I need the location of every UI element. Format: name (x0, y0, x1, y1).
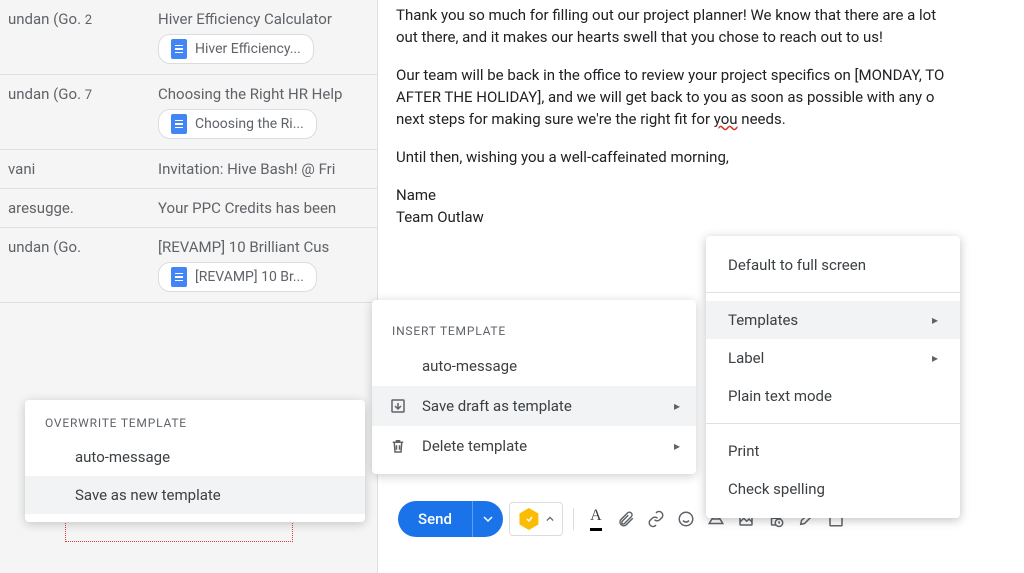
email-row[interactable]: undan (Go. [REVAMP] 10 Brilliant Cus [RE… (0, 228, 377, 303)
chevron-right-icon: ▸ (932, 351, 938, 365)
sender: undan (Go. (8, 238, 158, 256)
emoji-icon[interactable] (674, 507, 698, 531)
divider (706, 292, 960, 293)
default-full-screen[interactable]: Default to full screen (706, 246, 960, 284)
google-doc-icon (171, 39, 187, 59)
paragraph: Until then, wishing you a well-caffeinat… (396, 146, 1018, 168)
google-doc-icon (171, 114, 187, 134)
chevron-up-icon (546, 515, 554, 523)
templates-submenu: INSERT TEMPLATE auto-message Save draft … (372, 300, 696, 474)
email-subject: [REVAMP] 10 Brilliant Cus (158, 238, 369, 256)
spacer (388, 356, 408, 376)
chevron-right-icon: ▸ (674, 439, 680, 453)
signature: Name Team Outlaw (396, 184, 1018, 228)
attach-file-icon[interactable] (614, 507, 638, 531)
sender: undan (Go. 7 (8, 85, 158, 103)
overwrite-template-submenu: OVERWRITE TEMPLATE auto-message Save as … (25, 400, 365, 522)
email-subject: Your PPC Credits has been (158, 199, 369, 217)
compose-body[interactable]: Thank you so much for filling out our pr… (390, 0, 1024, 248)
email-row[interactable]: undan (Go. 2 Hiver Efficiency Calculator… (0, 0, 377, 75)
save-draft-as-template[interactable]: Save draft as template ▸ (372, 386, 696, 426)
email-row[interactable]: aresugge. Your PPC Credits has been (0, 189, 377, 228)
format-text-icon[interactable]: A (584, 507, 608, 531)
doc-attachment-chip[interactable]: Choosing the Ri... (158, 109, 317, 139)
email-subject: Hiver Efficiency Calculator (158, 10, 369, 28)
submenu-header: OVERWRITE TEMPLATE (25, 400, 365, 438)
doc-attachment-chip[interactable]: [REVAMP] 10 Br... (158, 262, 317, 292)
save-icon (388, 396, 408, 416)
chevron-right-icon: ▸ (932, 313, 938, 327)
hiver-button[interactable] (509, 502, 563, 536)
sender: aresugge. (8, 199, 158, 217)
label-menu-item[interactable]: Label ▸ (706, 339, 960, 377)
delete-template[interactable]: Delete template ▸ (372, 426, 696, 466)
template-item-auto-message[interactable]: auto-message (25, 438, 365, 476)
paragraph: Our team will be back in the office to r… (396, 64, 1018, 130)
template-item-auto-message[interactable]: auto-message (372, 346, 696, 386)
templates-menu-item[interactable]: Templates ▸ (706, 301, 960, 339)
insert-link-icon[interactable] (644, 507, 668, 531)
sender: vani (8, 160, 158, 178)
email-subject: Choosing the Right HR Help (158, 85, 369, 103)
submenu-header: INSERT TEMPLATE (372, 308, 696, 346)
doc-attachment-chip[interactable]: Hiver Efficiency... (158, 34, 314, 64)
more-options-menu: Default to full screen Templates ▸ Label… (706, 236, 960, 518)
plain-text-mode[interactable]: Plain text mode (706, 377, 960, 415)
divider (573, 508, 574, 530)
print-menu-item[interactable]: Print (706, 432, 960, 470)
sender: undan (Go. 2 (8, 10, 158, 28)
google-doc-icon (171, 267, 187, 287)
save-as-new-template[interactable]: Save as new template (25, 476, 365, 514)
divider (706, 423, 960, 424)
email-subject: Invitation: Hive Bash! @ Fri (158, 160, 369, 178)
chevron-right-icon: ▸ (674, 399, 680, 413)
hiver-icon (518, 508, 540, 530)
email-row[interactable]: vani Invitation: Hive Bash! @ Fri (0, 150, 377, 189)
paragraph: Thank you so much for filling out our pr… (396, 4, 1018, 48)
email-row[interactable]: undan (Go. 7 Choosing the Right HR Help … (0, 75, 377, 150)
trash-icon (388, 436, 408, 456)
check-spelling[interactable]: Check spelling (706, 470, 960, 508)
send-button[interactable]: Send (398, 501, 503, 537)
send-dropdown[interactable] (472, 501, 503, 537)
